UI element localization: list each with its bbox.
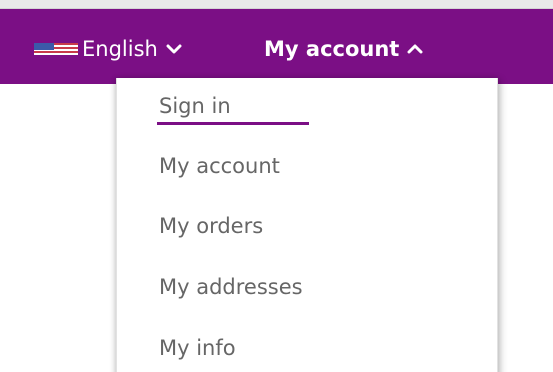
account-label: My account xyxy=(264,37,400,61)
language-label: English xyxy=(82,37,158,61)
menu-item-my-orders[interactable]: My orders xyxy=(159,212,263,240)
us-flag-icon xyxy=(34,43,78,55)
my-account-toggle[interactable]: My account xyxy=(264,37,423,61)
chevron-down-icon xyxy=(166,44,182,54)
account-dropdown-menu: Sign in My account My orders My addresse… xyxy=(116,78,498,372)
chevron-up-icon xyxy=(407,44,423,54)
menu-item-my-info[interactable]: My info xyxy=(159,334,236,362)
page: English My account Sign in My account My… xyxy=(0,0,553,372)
active-item-underline xyxy=(157,122,309,125)
menu-item-sign-in[interactable]: Sign in xyxy=(159,92,231,120)
top-navbar: English My account xyxy=(0,9,553,84)
language-selector[interactable]: English xyxy=(34,37,182,61)
menu-item-my-account[interactable]: My account xyxy=(159,152,280,180)
menu-item-my-addresses[interactable]: My addresses xyxy=(159,273,303,301)
browser-top-strip xyxy=(0,0,553,9)
